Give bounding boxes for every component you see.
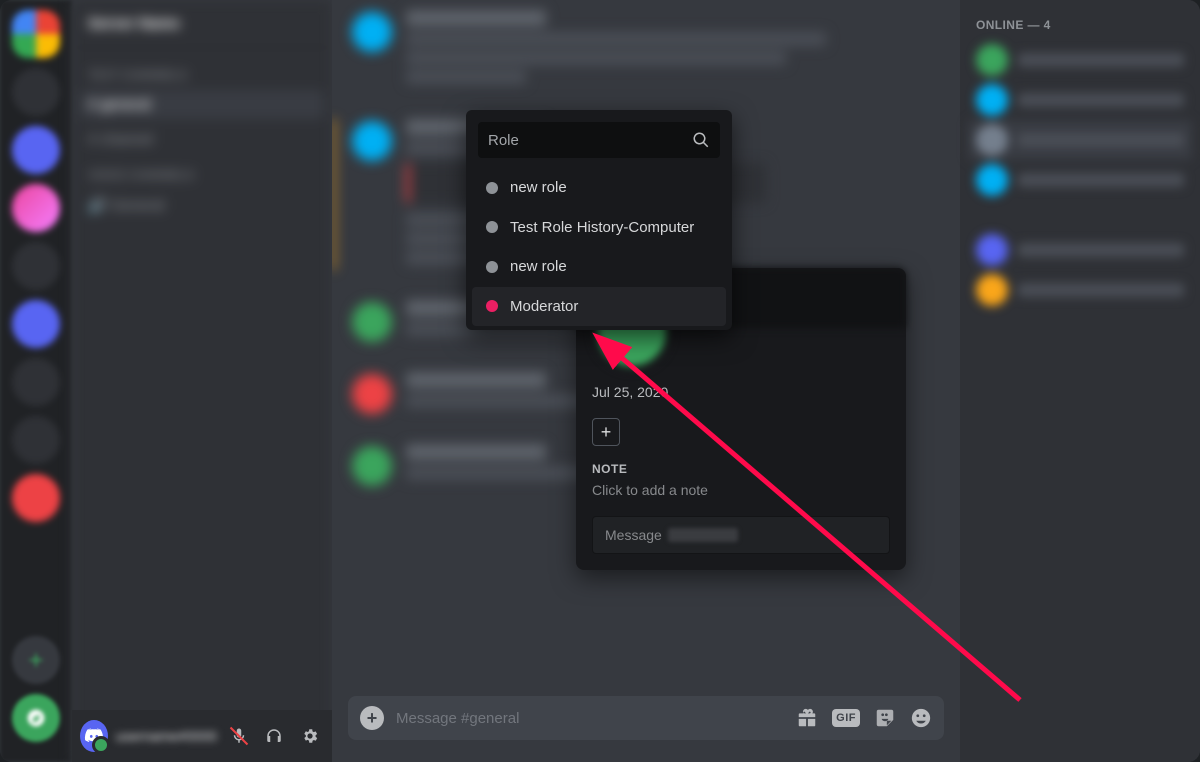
role-option[interactable]: new role <box>472 168 726 208</box>
sticker-icon <box>874 707 896 729</box>
add-role-button[interactable]: + <box>592 418 620 446</box>
server-icon[interactable] <box>12 300 60 348</box>
channel-sidebar: Server Name Text Channels # general # ch… <box>72 0 332 762</box>
member-list: ONLINE — 4 <box>960 0 1200 762</box>
note-input[interactable]: Click to add a note <box>592 482 890 498</box>
profile-message-prefix: Message <box>605 527 662 543</box>
server-icon[interactable] <box>12 68 60 116</box>
member-list-header: ONLINE — 4 <box>968 18 1192 40</box>
gift-icon <box>796 707 818 729</box>
server-icon[interactable] <box>12 126 60 174</box>
gift-button[interactable] <box>796 707 818 729</box>
message-input[interactable] <box>396 710 784 727</box>
note-section-label: NOTE <box>592 462 890 476</box>
mute-button[interactable] <box>225 720 253 752</box>
compass-icon <box>26 708 46 728</box>
profile-message-input[interactable]: Message <box>592 516 890 554</box>
server-icon[interactable] <box>12 474 60 522</box>
explore-servers-button[interactable] <box>12 694 60 742</box>
add-server-button[interactable]: + <box>12 636 60 684</box>
headphones-icon <box>265 727 283 745</box>
self-avatar[interactable] <box>80 720 108 752</box>
role-option[interactable]: new role <box>472 247 726 287</box>
member-since-date: Jul 25, 2020 <box>592 384 890 400</box>
gear-icon <box>301 727 319 745</box>
role-color-dot <box>486 182 498 194</box>
deafen-button[interactable] <box>261 720 289 752</box>
role-picker-dropdown: new role Test Role History-Computer new … <box>466 110 732 330</box>
role-option-moderator[interactable]: Moderator <box>472 287 726 327</box>
attach-button[interactable]: + <box>360 706 384 730</box>
server-icon[interactable] <box>12 242 60 290</box>
role-color-dot <box>486 261 498 273</box>
role-label: Moderator <box>510 297 578 317</box>
role-label: new role <box>510 178 567 198</box>
emoji-icon <box>910 707 932 729</box>
role-color-dot <box>486 300 498 312</box>
role-search-input[interactable] <box>488 132 692 149</box>
role-color-dot <box>486 221 498 233</box>
user-panel: username#0000 <box>72 710 332 762</box>
chat-input-bar: + GIF <box>348 696 944 740</box>
gif-badge: GIF <box>832 709 860 727</box>
microphone-icon <box>230 727 248 745</box>
sticker-button[interactable] <box>874 707 896 729</box>
role-option[interactable]: Test Role History-Computer <box>472 208 726 248</box>
server-rail: + <box>0 0 72 762</box>
search-icon <box>692 131 710 149</box>
role-label: Test Role History-Computer <box>510 218 694 238</box>
discord-app: + Server Name Text Channels # general # … <box>0 0 1200 762</box>
discord-logo-icon <box>84 726 104 746</box>
self-username: username#0000 <box>116 728 217 744</box>
server-icon[interactable] <box>12 10 60 58</box>
server-icon[interactable] <box>12 358 60 406</box>
member-row-selected[interactable] <box>968 120 1192 160</box>
role-search <box>478 122 720 158</box>
role-label: new role <box>510 257 567 277</box>
gif-button[interactable]: GIF <box>832 709 860 727</box>
server-icon[interactable] <box>12 416 60 464</box>
emoji-button[interactable] <box>910 707 932 729</box>
server-icon[interactable] <box>12 184 60 232</box>
profile-message-username-redacted <box>668 528 738 542</box>
user-settings-button[interactable] <box>296 720 324 752</box>
